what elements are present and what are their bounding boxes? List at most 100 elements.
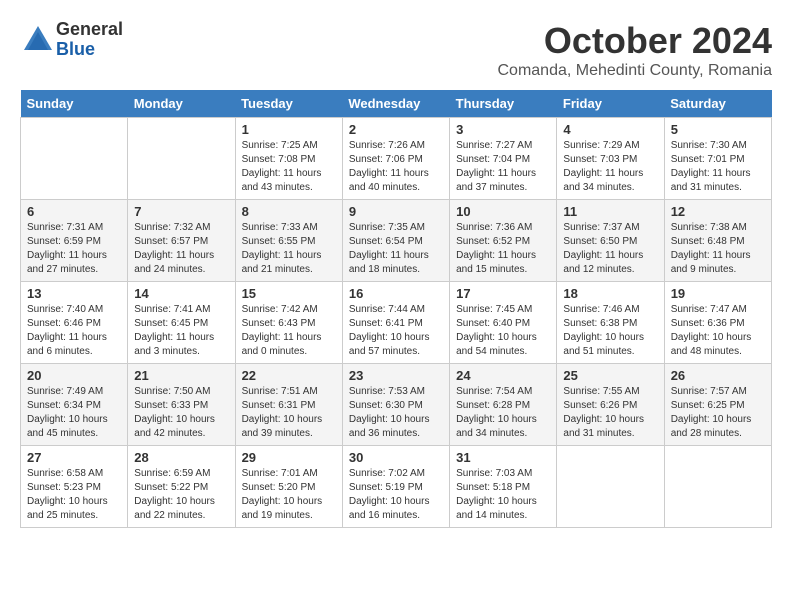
day-number: 20 xyxy=(27,368,121,383)
calendar-day-cell: 1 Sunrise: 7:25 AMSunset: 7:08 PMDaylight… xyxy=(235,118,342,200)
day-number: 19 xyxy=(671,286,765,301)
calendar-header-row: SundayMondayTuesdayWednesdayThursdayFrid… xyxy=(21,90,772,118)
day-info: Sunrise: 7:35 AMSunset: 6:54 PMDaylight:… xyxy=(349,221,443,277)
calendar-day-cell: 5 Sunrise: 7:30 AMSunset: 7:01 PMDaylight… xyxy=(664,118,771,200)
day-info: Sunrise: 7:40 AMSunset: 6:46 PMDaylight:… xyxy=(27,303,121,359)
calendar-day-cell: 29 Sunrise: 7:01 AMSunset: 5:20 PMDayligh… xyxy=(235,446,342,528)
calendar-week-row: 20Sunrise: 7:49 AMSunset: 6:34 PMDayligh… xyxy=(21,364,772,446)
day-number: 4 xyxy=(563,122,657,137)
calendar-header-day: Wednesday xyxy=(342,90,449,118)
calendar-week-row: 6Sunrise: 7:31 AMSunset: 6:59 PMDaylight… xyxy=(21,200,772,282)
day-number: 22 xyxy=(242,368,336,383)
calendar-day-cell: 2 Sunrise: 7:26 AMSunset: 7:06 PMDaylight… xyxy=(342,118,449,200)
day-info: Sunrise: 7:37 AMSunset: 6:50 PMDaylight:… xyxy=(563,221,657,277)
day-number: 11 xyxy=(563,204,657,219)
calendar-day-cell: 23 Sunrise: 7:53 AMSunset: 6:30 PMDayligh… xyxy=(342,364,449,446)
calendar-day-cell: 17 Sunrise: 7:45 AMSunset: 6:40 PMDayligh… xyxy=(450,282,557,364)
calendar-week-row: 13 Sunrise: 7:40 AMSunset: 6:46 PMDayligh… xyxy=(21,282,772,364)
calendar-day-cell: 4 Sunrise: 7:29 AMSunset: 7:03 PMDaylight… xyxy=(557,118,664,200)
day-number: 21 xyxy=(134,368,228,383)
day-info: Sunrise: 7:53 AMSunset: 6:30 PMDaylight:… xyxy=(349,385,443,441)
calendar-day-cell xyxy=(664,446,771,528)
day-info: Sunrise: 7:25 AMSunset: 7:08 PMDaylight:… xyxy=(242,139,336,195)
day-number: 31 xyxy=(456,450,550,465)
calendar-day-cell: 21 Sunrise: 7:50 AMSunset: 6:33 PMDayligh… xyxy=(128,364,235,446)
calendar-week-row: 27 Sunrise: 6:58 AMSunset: 5:23 PMDayligh… xyxy=(21,446,772,528)
day-info: Sunrise: 6:59 AMSunset: 5:22 PMDaylight:… xyxy=(134,467,228,523)
calendar-day-cell: 27 Sunrise: 6:58 AMSunset: 5:23 PMDayligh… xyxy=(21,446,128,528)
logo-icon xyxy=(20,22,56,58)
day-number: 13 xyxy=(27,286,121,301)
calendar-day-cell: 3 Sunrise: 7:27 AMSunset: 7:04 PMDaylight… xyxy=(450,118,557,200)
calendar-day-cell: 13 Sunrise: 7:40 AMSunset: 6:46 PMDayligh… xyxy=(21,282,128,364)
day-number: 6 xyxy=(27,204,121,219)
location: Comanda, Mehedinti County, Romania xyxy=(497,62,772,80)
day-info: Sunrise: 7:47 AMSunset: 6:36 PMDaylight:… xyxy=(671,303,765,359)
calendar-day-cell: 6Sunrise: 7:31 AMSunset: 6:59 PMDaylight… xyxy=(21,200,128,282)
calendar-header-day: Sunday xyxy=(21,90,128,118)
calendar-header-day: Friday xyxy=(557,90,664,118)
logo-general-text: General xyxy=(56,20,123,40)
header: General Blue October 2024 Comanda, Mehed… xyxy=(20,20,772,80)
day-info: Sunrise: 7:02 AMSunset: 5:19 PMDaylight:… xyxy=(349,467,443,523)
day-number: 16 xyxy=(349,286,443,301)
day-info: Sunrise: 7:01 AMSunset: 5:20 PMDaylight:… xyxy=(242,467,336,523)
day-info: Sunrise: 7:26 AMSunset: 7:06 PMDaylight:… xyxy=(349,139,443,195)
calendar-day-cell: 15 Sunrise: 7:42 AMSunset: 6:43 PMDayligh… xyxy=(235,282,342,364)
calendar-header-day: Tuesday xyxy=(235,90,342,118)
calendar-day-cell: 14Sunrise: 7:41 AMSunset: 6:45 PMDayligh… xyxy=(128,282,235,364)
day-info: Sunrise: 7:54 AMSunset: 6:28 PMDaylight:… xyxy=(456,385,550,441)
day-number: 9 xyxy=(349,204,443,219)
logo: General Blue xyxy=(20,20,123,60)
day-info: Sunrise: 6:58 AMSunset: 5:23 PMDaylight:… xyxy=(27,467,121,523)
calendar-day-cell: 22 Sunrise: 7:51 AMSunset: 6:31 PMDayligh… xyxy=(235,364,342,446)
calendar-day-cell: 10Sunrise: 7:36 AMSunset: 6:52 PMDayligh… xyxy=(450,200,557,282)
day-info: Sunrise: 7:29 AMSunset: 7:03 PMDaylight:… xyxy=(563,139,657,195)
day-info: Sunrise: 7:36 AMSunset: 6:52 PMDaylight:… xyxy=(456,221,550,277)
calendar-day-cell: 31 Sunrise: 7:03 AMSunset: 5:18 PMDayligh… xyxy=(450,446,557,528)
day-info: Sunrise: 7:42 AMSunset: 6:43 PMDaylight:… xyxy=(242,303,336,359)
calendar-day-cell: 7Sunrise: 7:32 AMSunset: 6:57 PMDaylight… xyxy=(128,200,235,282)
day-number: 5 xyxy=(671,122,765,137)
day-info: Sunrise: 7:03 AMSunset: 5:18 PMDaylight:… xyxy=(456,467,550,523)
day-info: Sunrise: 7:27 AMSunset: 7:04 PMDaylight:… xyxy=(456,139,550,195)
day-number: 28 xyxy=(134,450,228,465)
calendar-day-cell: 8Sunrise: 7:33 AMSunset: 6:55 PMDaylight… xyxy=(235,200,342,282)
day-info: Sunrise: 7:46 AMSunset: 6:38 PMDaylight:… xyxy=(563,303,657,359)
calendar-day-cell: 12 Sunrise: 7:38 AMSunset: 6:48 PMDayligh… xyxy=(664,200,771,282)
month-title: October 2024 xyxy=(497,20,772,62)
calendar-day-cell: 11 Sunrise: 7:37 AMSunset: 6:50 PMDayligh… xyxy=(557,200,664,282)
day-info: Sunrise: 7:38 AMSunset: 6:48 PMDaylight:… xyxy=(671,221,765,277)
day-info: Sunrise: 7:55 AMSunset: 6:26 PMDaylight:… xyxy=(563,385,657,441)
day-number: 15 xyxy=(242,286,336,301)
calendar-day-cell: 26 Sunrise: 7:57 AMSunset: 6:25 PMDayligh… xyxy=(664,364,771,446)
day-number: 14 xyxy=(134,286,228,301)
day-info: Sunrise: 7:50 AMSunset: 6:33 PMDaylight:… xyxy=(134,385,228,441)
day-number: 27 xyxy=(27,450,121,465)
calendar-day-cell: 20Sunrise: 7:49 AMSunset: 6:34 PMDayligh… xyxy=(21,364,128,446)
day-info: Sunrise: 7:57 AMSunset: 6:25 PMDaylight:… xyxy=(671,385,765,441)
day-info: Sunrise: 7:45 AMSunset: 6:40 PMDaylight:… xyxy=(456,303,550,359)
calendar-day-cell xyxy=(557,446,664,528)
day-number: 26 xyxy=(671,368,765,383)
day-number: 2 xyxy=(349,122,443,137)
day-number: 1 xyxy=(242,122,336,137)
day-info: Sunrise: 7:33 AMSunset: 6:55 PMDaylight:… xyxy=(242,221,336,277)
day-number: 17 xyxy=(456,286,550,301)
day-number: 30 xyxy=(349,450,443,465)
calendar-day-cell: 18Sunrise: 7:46 AMSunset: 6:38 PMDayligh… xyxy=(557,282,664,364)
day-info: Sunrise: 7:30 AMSunset: 7:01 PMDaylight:… xyxy=(671,139,765,195)
day-number: 24 xyxy=(456,368,550,383)
calendar-week-row: 1 Sunrise: 7:25 AMSunset: 7:08 PMDaylight… xyxy=(21,118,772,200)
day-number: 3 xyxy=(456,122,550,137)
calendar-header-day: Thursday xyxy=(450,90,557,118)
day-number: 25 xyxy=(563,368,657,383)
day-number: 12 xyxy=(671,204,765,219)
day-number: 29 xyxy=(242,450,336,465)
calendar-table: SundayMondayTuesdayWednesdayThursdayFrid… xyxy=(20,90,772,528)
calendar-day-cell xyxy=(21,118,128,200)
logo-blue-text: Blue xyxy=(56,40,123,60)
day-info: Sunrise: 7:51 AMSunset: 6:31 PMDaylight:… xyxy=(242,385,336,441)
day-number: 23 xyxy=(349,368,443,383)
calendar-day-cell: 16Sunrise: 7:44 AMSunset: 6:41 PMDayligh… xyxy=(342,282,449,364)
